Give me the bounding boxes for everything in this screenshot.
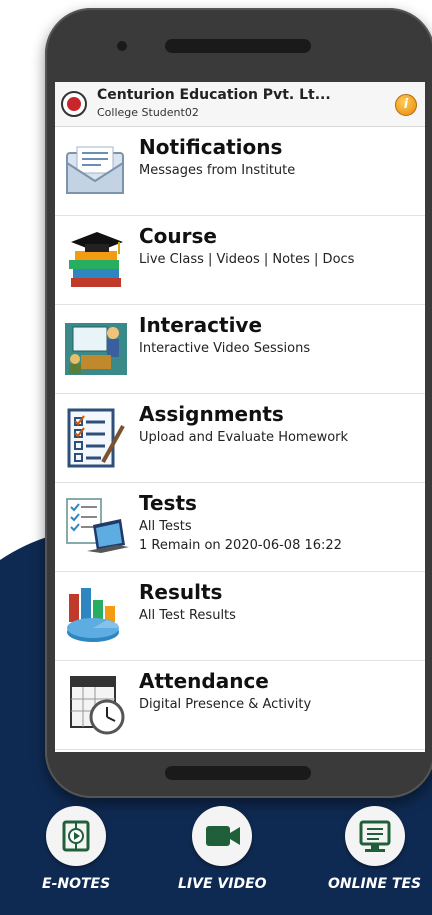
menu-item-attendance[interactable]: Attendance Digital Presence & Activity (55, 661, 425, 750)
user-name: College Student02 (97, 106, 199, 119)
bar-pie-chart-icon (67, 588, 119, 642)
feature-live-video[interactable]: LIVE VIDEO (178, 806, 267, 892)
menu-item-tests[interactable]: Tests All Tests 1 Remain on 2020-06-08 1… (55, 483, 425, 572)
app-header: Centurion Education Pvt. Lt... College S… (55, 82, 425, 127)
menu-item-results[interactable]: Results All Test Results (55, 572, 425, 661)
calendar-clock-icon (70, 676, 125, 735)
menu-item-course[interactable]: Course Live Class | Videos | Notes | Doc… (55, 216, 425, 305)
app-screen: Centurion Education Pvt. Lt... College S… (55, 82, 425, 752)
top-speaker (165, 39, 311, 53)
monitor-icon (359, 820, 391, 852)
teacher-board-icon (65, 323, 127, 375)
feature-e-notes[interactable]: E-NOTES (42, 806, 110, 892)
feature-label: ONLINE TES (328, 876, 422, 892)
phone-frame: Centurion Education Pvt. Lt... College S… (45, 8, 432, 798)
menu-subtitle: All Tests (139, 519, 192, 534)
menu-subtitle: Live Class | Videos | Notes | Docs (139, 252, 355, 267)
menu-title: Notifications (139, 135, 283, 159)
feature-online-test[interactable]: ONLINE TES (328, 806, 421, 892)
menu-detail: 1 Remain on 2020-06-08 16:22 (139, 538, 342, 553)
menu-subtitle: Messages from Institute (139, 163, 296, 178)
menu-subtitle: Upload and Evaluate Homework (139, 430, 349, 445)
menu-item-interactive[interactable]: Interactive Interactive Video Sessions (55, 305, 425, 394)
envelope-icon (66, 146, 124, 194)
book-play-icon (62, 820, 90, 852)
menu-title: Results (139, 580, 223, 604)
menu-title: Assignments (139, 402, 284, 426)
institute-logo (61, 91, 87, 117)
checklist-pen-icon (67, 408, 125, 468)
menu-title: Interactive (139, 313, 263, 337)
camera-dot (117, 41, 127, 51)
feature-icon-circle (46, 806, 107, 866)
menu-subtitle: All Test Results (139, 608, 236, 623)
institute-name: Centurion Education Pvt. Lt... (97, 87, 331, 103)
feature-label: LIVE VIDEO (178, 876, 267, 892)
menu-subtitle: Digital Presence & Activity (139, 697, 312, 712)
feature-icon-circle (344, 806, 405, 866)
menu-title: Course (139, 224, 217, 248)
bottom-speaker (165, 766, 311, 780)
menu-subtitle: Interactive Video Sessions (139, 341, 311, 356)
feature-bar: E-NOTES LIVE VIDEO ONLINE TES (0, 800, 432, 915)
menu-item-assignments[interactable]: Assignments Upload and Evaluate Homework (55, 394, 425, 483)
feature-icon-circle (192, 806, 253, 866)
laptop-checklist-icon (66, 498, 129, 553)
menu-item-notifications[interactable]: Notifications Messages from Institute (55, 127, 425, 216)
video-camera-icon (206, 826, 241, 846)
menu-title: Attendance (139, 669, 269, 693)
feature-label: E-NOTES (42, 876, 111, 892)
graduation-books-icon (69, 232, 123, 287)
menu-title: Tests (139, 491, 197, 515)
info-button[interactable]: i (395, 94, 417, 116)
